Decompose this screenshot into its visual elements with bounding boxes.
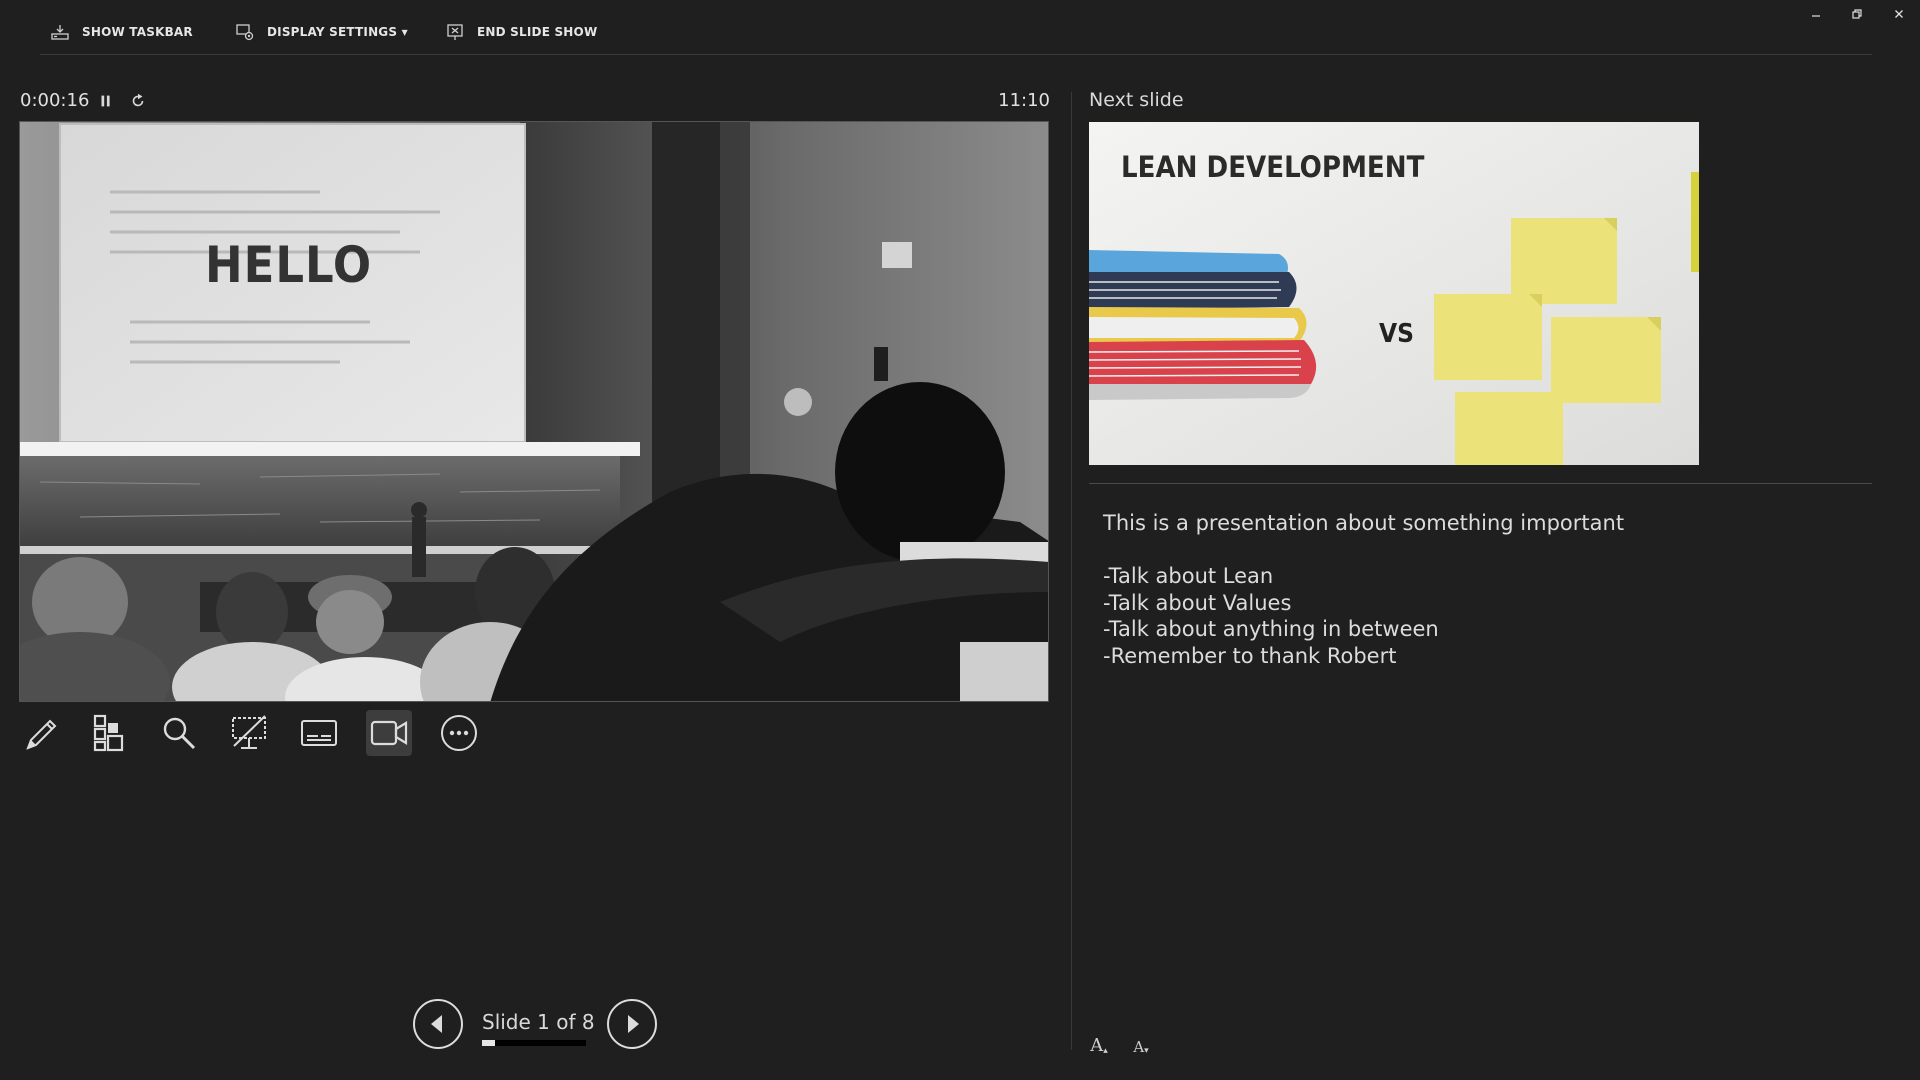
decrease-font-button[interactable]: A ▾ (1128, 1030, 1154, 1056)
next-slide-image: LEAN DEVELOPMENT VS (1089, 122, 1699, 465)
show-taskbar-label: SHOW TASKBAR (82, 25, 193, 39)
slide-progress-fill (482, 1040, 495, 1046)
slide-navigation: Slide 1 of 8 (412, 998, 662, 1050)
notes-divider[interactable] (1089, 483, 1872, 484)
pen-tool-button[interactable] (18, 710, 64, 756)
restart-timer-button[interactable] (128, 91, 148, 111)
current-slide-title: HELLO (205, 236, 372, 294)
display-settings-button[interactable]: DISPLAY SETTINGS ▾ (235, 20, 408, 44)
close-button[interactable] (1882, 2, 1916, 26)
pen-icon (26, 719, 57, 750)
pause-icon (101, 95, 110, 107)
display-settings-icon (236, 24, 254, 41)
end-slide-show-label: END SLIDE SHOW (477, 25, 598, 39)
black-screen-icon (232, 715, 266, 749)
more-options-icon (441, 715, 477, 751)
notes-line: This is a presentation about something i… (1103, 511, 1625, 535)
black-screen-button[interactable] (226, 710, 272, 756)
current-time: 11:10 (998, 90, 1050, 111)
chevron-left-icon (431, 1015, 442, 1033)
previous-slide-button[interactable] (412, 998, 464, 1050)
close-icon (1895, 10, 1903, 18)
timer-row: 0:00:16 11:10 (20, 90, 1050, 114)
more-options-button[interactable] (436, 710, 482, 756)
next-slide-button[interactable] (606, 998, 658, 1050)
restore-icon (1852, 9, 1862, 19)
notes-blank-line (1103, 537, 1863, 564)
minimize-icon (1812, 15, 1820, 17)
notes-line: -Talk about Lean (1103, 564, 1274, 588)
notes-line: -Talk about Values (1103, 590, 1292, 615)
increase-font-icon: ▴ (1103, 1046, 1108, 1056)
end-slide-show-button[interactable]: END SLIDE SHOW (445, 20, 597, 44)
increase-font-label: A (1090, 1035, 1104, 1056)
see-all-slides-button[interactable] (86, 710, 132, 756)
next-slide-label: Next slide (1089, 89, 1184, 111)
vs-text: VS (1379, 319, 1414, 349)
subtitles-button[interactable] (296, 710, 342, 756)
camera-toggle-button[interactable] (366, 710, 412, 756)
decrease-font-icon: ▾ (1144, 1046, 1149, 1056)
slides-grid-icon (93, 714, 124, 752)
toolbar-divider (40, 54, 1872, 55)
minimize-button[interactable] (1799, 2, 1833, 26)
lecture-hall-photo: HELLO (20, 122, 1048, 701)
chevron-right-icon (628, 1015, 639, 1033)
subtitles-icon (301, 720, 337, 746)
restart-icon (132, 93, 144, 107)
elapsed-timer: 0:00:16 (20, 90, 90, 111)
decrease-font-label: A (1133, 1038, 1145, 1056)
zoom-icon (163, 717, 196, 750)
speaker-notes[interactable]: This is a presentation about something i… (1103, 510, 1863, 669)
folder-stack-illustration (1089, 250, 1317, 400)
increase-font-button[interactable]: A ▴ (1086, 1030, 1112, 1056)
next-slide-title: LEAN DEVELOPMENT (1121, 150, 1425, 184)
notes-line: -Remember to thank Robert (1103, 643, 1397, 668)
current-slide[interactable]: HELLO (19, 121, 1049, 702)
zoom-button[interactable] (156, 710, 202, 756)
show-taskbar-button[interactable]: SHOW TASKBAR (50, 20, 193, 44)
notes-line: -Talk about anything in between (1103, 617, 1439, 641)
end-show-icon (447, 24, 463, 40)
taskbar-icon (51, 25, 69, 40)
slide-progress-bar (482, 1040, 586, 1046)
presenter-toolbar: SHOW TASKBAR DISPLAY SETTINGS ▾ END SLID… (0, 0, 1920, 56)
display-settings-label: DISPLAY SETTINGS ▾ (267, 25, 408, 39)
slide-counter: Slide 1 of 8 (482, 1010, 595, 1034)
camera-icon (370, 720, 408, 746)
pane-divider[interactable] (1071, 92, 1072, 1050)
next-slide-preview[interactable]: LEAN DEVELOPMENT VS (1089, 122, 1699, 465)
restore-button[interactable] (1840, 2, 1874, 26)
pause-timer-button[interactable] (96, 91, 116, 111)
